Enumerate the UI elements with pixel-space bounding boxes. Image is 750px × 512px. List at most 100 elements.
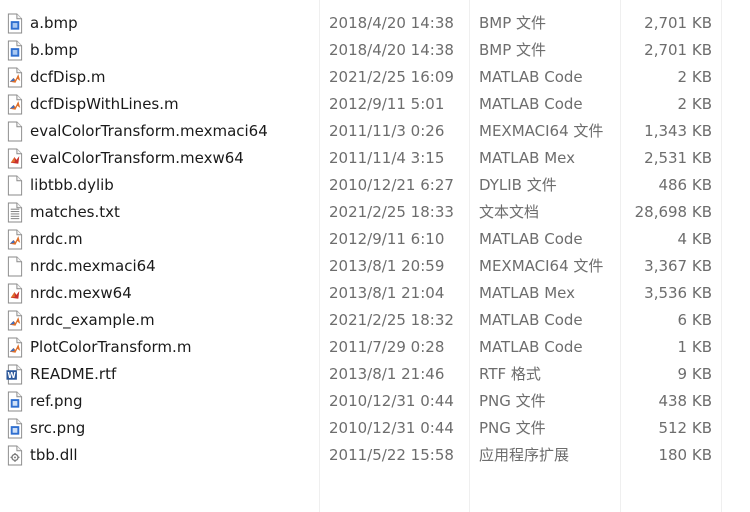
file-row[interactable]: PlotColorTransform.m 2011/7/29 0:28 MATL… (0, 334, 750, 361)
file-type: MATLAB Code (479, 311, 583, 329)
file-size: 2,531 KB (644, 149, 712, 167)
matlab-code-icon (6, 337, 24, 358)
file-modified-date: 2011/11/4 3:15 (329, 149, 445, 167)
file-size: 2 KB (677, 68, 712, 86)
file-size: 1,343 KB (644, 122, 712, 140)
file-row[interactable]: dcfDispWithLines.m 2012/9/11 5:01 MATLAB… (0, 91, 750, 118)
file-name: src.png (30, 419, 86, 437)
file-name: nrdc.m (30, 230, 83, 248)
file-type: MATLAB Mex (479, 149, 576, 167)
file-name: matches.txt (30, 203, 120, 221)
file-size: 4 KB (677, 230, 712, 248)
file-name: ref.png (30, 392, 83, 410)
file-type: MATLAB Code (479, 230, 583, 248)
matlab-mex-icon (6, 283, 24, 304)
matlab-code-icon (6, 94, 24, 115)
file-row[interactable]: nrdc.mexmaci64 2013/8/1 20:59 MEXMACI64 … (0, 253, 750, 280)
file-size: 9 KB (677, 365, 712, 383)
file-row[interactable]: libtbb.dylib 2010/12/21 6:27 DYLIB 文件 48… (0, 172, 750, 199)
file-type: PNG 文件 (479, 419, 546, 437)
file-name: nrdc.mexw64 (30, 284, 132, 302)
file-type: MEXMACI64 文件 (479, 122, 604, 140)
file-modified-date: 2010/12/31 0:44 (329, 419, 454, 437)
file-modified-date: 2013/8/1 21:04 (329, 284, 445, 302)
file-name: dcfDisp.m (30, 68, 106, 86)
file-name: PlotColorTransform.m (30, 338, 192, 356)
file-modified-date: 2021/2/25 16:09 (329, 68, 454, 86)
blank-file-icon (6, 175, 24, 196)
file-modified-date: 2012/9/11 5:01 (329, 95, 445, 113)
file-name: dcfDispWithLines.m (30, 95, 179, 113)
file-name: a.bmp (30, 14, 78, 32)
matlab-mex-icon (6, 148, 24, 169)
file-size: 486 KB (658, 176, 712, 194)
file-row[interactable]: evalColorTransform.mexw64 2011/11/4 3:15… (0, 145, 750, 172)
file-modified-date: 2012/9/11 6:10 (329, 230, 445, 248)
file-type: DYLIB 文件 (479, 176, 557, 194)
file-row[interactable]: dcfDisp.m 2021/2/25 16:09 MATLAB Code 2 … (0, 64, 750, 91)
file-list: a.bmp 2018/4/20 14:38 BMP 文件 2,701 KB b.… (0, 10, 750, 469)
file-row[interactable]: evalColorTransform.mexmaci64 2011/11/3 0… (0, 118, 750, 145)
file-row[interactable]: tbb.dll 2011/5/22 15:58 应用程序扩展 180 KB (0, 442, 750, 469)
file-name: tbb.dll (30, 446, 78, 464)
file-type: RTF 格式 (479, 365, 541, 383)
file-modified-date: 2010/12/31 0:44 (329, 392, 454, 410)
file-modified-date: 2013/8/1 20:59 (329, 257, 445, 275)
dll-file-icon (6, 445, 24, 466)
file-modified-date: 2010/12/21 6:27 (329, 176, 454, 194)
file-size: 180 KB (658, 446, 712, 464)
file-size: 2 KB (677, 95, 712, 113)
file-modified-date: 2018/4/20 14:38 (329, 14, 454, 32)
file-name: nrdc.mexmaci64 (30, 257, 156, 275)
file-row[interactable]: nrdc_example.m 2021/2/25 18:32 MATLAB Co… (0, 307, 750, 334)
file-row[interactable]: a.bmp 2018/4/20 14:38 BMP 文件 2,701 KB (0, 10, 750, 37)
file-size: 512 KB (658, 419, 712, 437)
file-modified-date: 2013/8/1 21:46 (329, 365, 445, 383)
file-modified-date: 2011/7/29 0:28 (329, 338, 445, 356)
blank-file-icon (6, 256, 24, 277)
file-size: 3,536 KB (644, 284, 712, 302)
file-type: 文本文档 (479, 203, 540, 221)
text-file-icon (6, 202, 24, 223)
file-size: 6 KB (677, 311, 712, 329)
file-row[interactable]: W README.rtf 2013/8/1 21:46 RTF 格式 9 KB (0, 361, 750, 388)
file-size: 438 KB (658, 392, 712, 410)
file-row[interactable]: nrdc.m 2012/9/11 6:10 MATLAB Code 4 KB (0, 226, 750, 253)
file-size: 2,701 KB (644, 41, 712, 59)
png-file-icon (6, 391, 24, 412)
word-doc-icon: W (6, 364, 24, 385)
matlab-code-icon (6, 310, 24, 331)
file-type: BMP 文件 (479, 41, 547, 59)
file-row[interactable]: nrdc.mexw64 2013/8/1 21:04 MATLAB Mex 3,… (0, 280, 750, 307)
file-modified-date: 2011/5/22 15:58 (329, 446, 454, 464)
file-modified-date: 2018/4/20 14:38 (329, 41, 454, 59)
file-type: BMP 文件 (479, 14, 547, 32)
file-row[interactable]: src.png 2010/12/31 0:44 PNG 文件 512 KB (0, 415, 750, 442)
svg-text:W: W (8, 371, 17, 380)
file-name: README.rtf (30, 365, 117, 383)
file-name: nrdc_example.m (30, 311, 155, 329)
file-name: b.bmp (30, 41, 78, 59)
bmp-file-icon (6, 40, 24, 61)
file-modified-date: 2011/11/3 0:26 (329, 122, 445, 140)
file-row[interactable]: b.bmp 2018/4/20 14:38 BMP 文件 2,701 KB (0, 37, 750, 64)
file-row[interactable]: ref.png 2010/12/31 0:44 PNG 文件 438 KB (0, 388, 750, 415)
bmp-file-icon (6, 13, 24, 34)
file-type: MATLAB Mex (479, 284, 576, 302)
file-type: MATLAB Code (479, 95, 583, 113)
file-name: libtbb.dylib (30, 176, 114, 194)
file-type: 应用程序扩展 (479, 446, 570, 464)
file-name: evalColorTransform.mexw64 (30, 149, 244, 167)
file-modified-date: 2021/2/25 18:33 (329, 203, 454, 221)
file-type: PNG 文件 (479, 392, 546, 410)
matlab-code-icon (6, 229, 24, 250)
file-size: 2,701 KB (644, 14, 712, 32)
file-type: MATLAB Code (479, 68, 583, 86)
png-file-icon (6, 418, 24, 439)
file-size: 1 KB (677, 338, 712, 356)
file-size: 28,698 KB (634, 203, 712, 221)
file-size: 3,367 KB (644, 257, 712, 275)
file-modified-date: 2021/2/25 18:32 (329, 311, 454, 329)
file-row[interactable]: matches.txt 2021/2/25 18:33 文本文档 28,698 … (0, 199, 750, 226)
file-type: MATLAB Code (479, 338, 583, 356)
